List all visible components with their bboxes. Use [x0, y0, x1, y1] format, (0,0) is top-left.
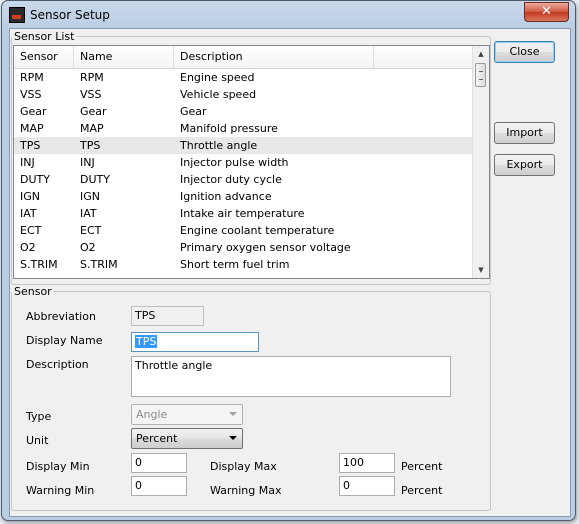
list-scrollbar[interactable]: ▲ ▼ [472, 46, 489, 278]
list-item[interactable]: IAT IAT Intake air temperature [14, 205, 472, 222]
app-icon [9, 7, 25, 23]
name-cell: IAT [80, 207, 97, 220]
list-rows: RPM RPM Engine speed VSS VSS Vehicle speed Gea… [14, 69, 472, 273]
list-item[interactable]: Gear Gear Gear [14, 103, 472, 120]
unit-label: Unit [26, 434, 49, 447]
name-cell: IGN [80, 190, 100, 203]
list-item[interactable]: VSS VSS Vehicle speed [14, 86, 472, 103]
list-item[interactable]: O2 O2 Primary oxygen sensor voltage [14, 239, 472, 256]
display-name-label: Display Name [26, 334, 103, 347]
sensor-group-label: Sensor [12, 285, 54, 298]
sensor-cell: IAT [20, 207, 37, 220]
description-cell: Manifold pressure [180, 122, 278, 135]
display-max-label: Display Max [210, 460, 277, 473]
display-max-field[interactable]: 100 [339, 453, 395, 473]
sensor-cell: S.TRIM [20, 258, 58, 271]
window-close-button[interactable]: ✕ [524, 2, 569, 22]
description-cell: Injector pulse width [180, 156, 289, 169]
description-cell: Engine coolant temperature [180, 224, 335, 237]
list-item[interactable]: S.TRIM S.TRIM Short term fuel trim [14, 256, 472, 273]
display-name-value: TPS [135, 335, 158, 348]
sensor-cell: Gear [20, 105, 47, 118]
description-cell: Throttle angle [180, 139, 258, 152]
name-cell: S.TRIM [80, 258, 118, 271]
list-item[interactable]: DUTY DUTY Injector duty cycle [14, 171, 472, 188]
chevron-down-icon [229, 436, 237, 440]
list-item[interactable]: MAP MAP Manifold pressure [14, 120, 472, 137]
sensor-cell: INJ [20, 156, 35, 169]
name-cell: MAP [80, 122, 104, 135]
sensor-cell: DUTY [20, 173, 50, 186]
name-cell: DUTY [80, 173, 110, 186]
dialog-client-area: Sensor List Sensor Name Description RPM R… [9, 28, 571, 517]
description-cell: Primary oxygen sensor voltage [180, 241, 351, 254]
sensor-cell: VSS [20, 88, 42, 101]
list-item[interactable]: INJ INJ Injector pulse width [14, 154, 472, 171]
type-value: Angle [136, 408, 168, 421]
warning-min-label: Warning Min [26, 484, 95, 497]
description-cell: Injector duty cycle [180, 173, 282, 186]
description-cell: Engine speed [180, 71, 255, 84]
sensor-cell: RPM [20, 71, 44, 84]
display-min-field[interactable]: 0 [131, 453, 187, 473]
unit-value: Percent [136, 432, 178, 445]
column-header-description[interactable]: Description [174, 46, 374, 68]
close-button[interactable]: Close [494, 41, 555, 63]
abbreviation-label: Abbreviation [26, 310, 96, 323]
description-label: Description [26, 358, 89, 371]
type-label: Type [26, 410, 52, 423]
scroll-thumb[interactable] [475, 63, 486, 87]
list-item[interactable]: ECT ECT Engine coolant temperature [14, 222, 472, 239]
list-item[interactable]: TPS TPS Throttle angle [14, 137, 472, 154]
export-button[interactable]: Export [494, 154, 555, 176]
abbreviation-field: TPS [131, 306, 204, 326]
name-cell: RPM [80, 71, 104, 84]
description-cell: Short term fuel trim [180, 258, 290, 271]
list-header: Sensor Name Description [14, 46, 472, 69]
warning-max-unit: Percent [401, 484, 443, 497]
type-dropdown: Angle [131, 404, 243, 425]
scroll-down-arrow-icon[interactable]: ▼ [473, 262, 489, 278]
name-cell: ECT [80, 224, 102, 237]
sensor-cell: TPS [20, 139, 41, 152]
sensor-cell: O2 [20, 241, 36, 254]
description-cell: Intake air temperature [180, 207, 305, 220]
sensor-cell: MAP [20, 122, 44, 135]
sensor-cell: ECT [20, 224, 42, 237]
column-header-filler [374, 46, 472, 68]
name-cell: O2 [80, 241, 96, 254]
name-cell: INJ [80, 156, 95, 169]
title-bar[interactable]: Sensor Setup ✕ [2, 1, 575, 27]
warning-min-field[interactable]: 0 [131, 476, 187, 496]
sensor-group: Sensor [11, 285, 491, 511]
chevron-down-icon [229, 412, 237, 416]
unit-dropdown[interactable]: Percent [131, 428, 243, 449]
window-title: Sensor Setup [30, 8, 110, 22]
sensor-cell: IGN [20, 190, 40, 203]
sensor-list-group-label: Sensor List [12, 30, 77, 43]
list-item[interactable]: IGN IGN Ignition advance [14, 188, 472, 205]
column-header-sensor[interactable]: Sensor [14, 46, 74, 68]
sensor-list-view[interactable]: Sensor Name Description RPM RPM Engine spe… [13, 45, 490, 279]
description-cell: Gear [180, 105, 207, 118]
description-cell: Ignition advance [180, 190, 272, 203]
warning-max-label: Warning Max [210, 484, 282, 497]
display-name-field[interactable]: TPS [131, 332, 259, 352]
column-header-name[interactable]: Name [74, 46, 174, 68]
display-max-unit: Percent [401, 460, 443, 473]
sensor-setup-window: Sensor Setup ✕ Sensor List Sensor Name D… [1, 0, 576, 521]
list-item[interactable]: RPM RPM Engine speed [14, 69, 472, 86]
description-cell: Vehicle speed [180, 88, 257, 101]
name-cell: TPS [80, 139, 101, 152]
import-button[interactable]: Import [494, 122, 555, 144]
warning-max-field[interactable]: 0 [339, 476, 395, 496]
display-min-label: Display Min [26, 460, 90, 473]
scroll-up-arrow-icon[interactable]: ▲ [473, 46, 489, 62]
description-field[interactable]: Throttle angle [131, 356, 451, 397]
name-cell: Gear [80, 105, 107, 118]
name-cell: VSS [80, 88, 102, 101]
